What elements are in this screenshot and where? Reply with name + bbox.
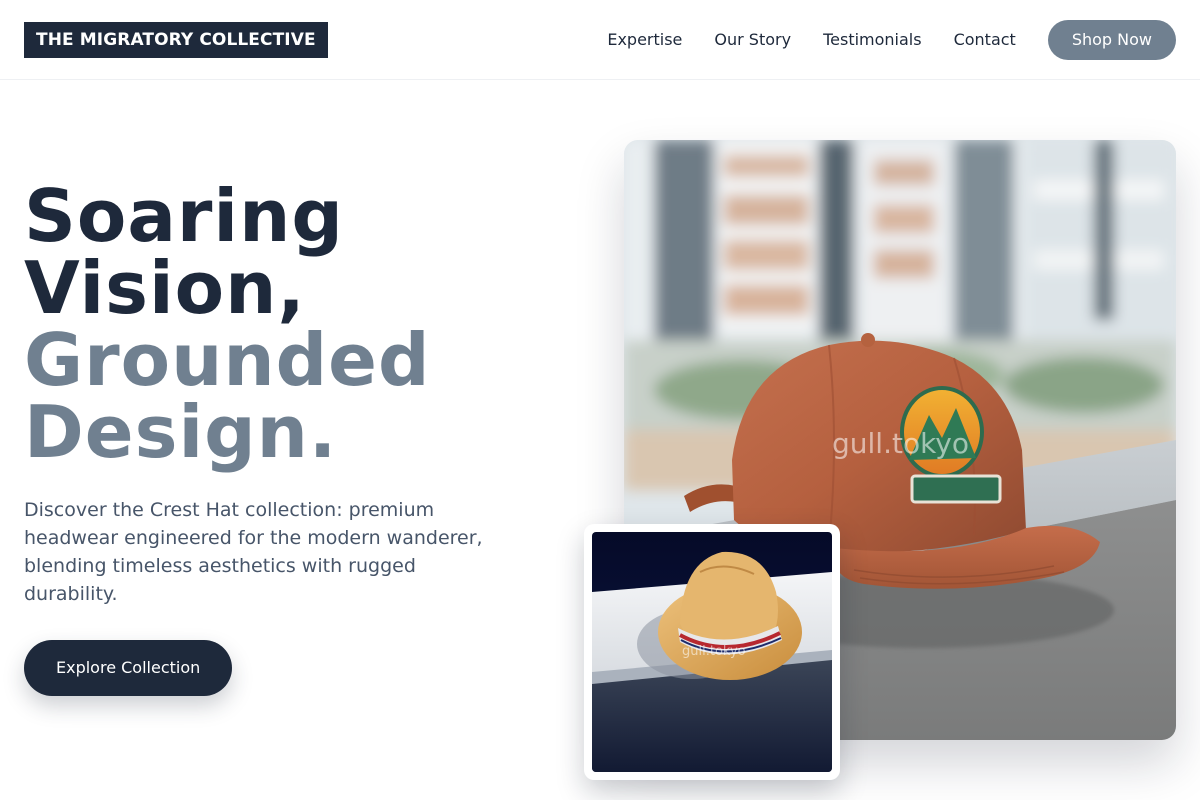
- nav-link-testimonials[interactable]: Testimonials: [823, 20, 922, 60]
- shop-now-button[interactable]: Shop Now: [1047, 20, 1176, 60]
- headline-line-4: Design.: [24, 390, 338, 474]
- explore-collection-button[interactable]: Explore Collection: [24, 640, 233, 696]
- headline-line-1: Soaring: [24, 174, 344, 258]
- nav-link-expertise[interactable]: Expertise: [607, 20, 682, 60]
- headline-line-2: Vision,: [24, 246, 306, 330]
- nav-link-our-story[interactable]: Our Story: [714, 20, 791, 60]
- secondary-product-image: gull.tokyo: [592, 532, 832, 772]
- site-header: THE MIGRATORY COLLECTIVE Expertise Our S…: [0, 0, 1200, 80]
- headline-line-3: Grounded: [24, 318, 431, 402]
- main-nav: Expertise Our Story Testimonials Contact…: [607, 20, 1176, 60]
- secondary-product-card: gull.tokyo: [584, 524, 840, 780]
- hero-description: Discover the Crest Hat collection: premi…: [24, 499, 483, 605]
- nav-link-contact[interactable]: Contact: [954, 20, 1016, 60]
- hero-headline: Soaring Vision, Grounded Design.: [24, 180, 431, 468]
- brand-logo[interactable]: THE MIGRATORY COLLECTIVE: [24, 22, 328, 58]
- small-image-watermark: gull.tokyo: [682, 644, 746, 659]
- main-image-watermark: gull.tokyo: [832, 427, 970, 460]
